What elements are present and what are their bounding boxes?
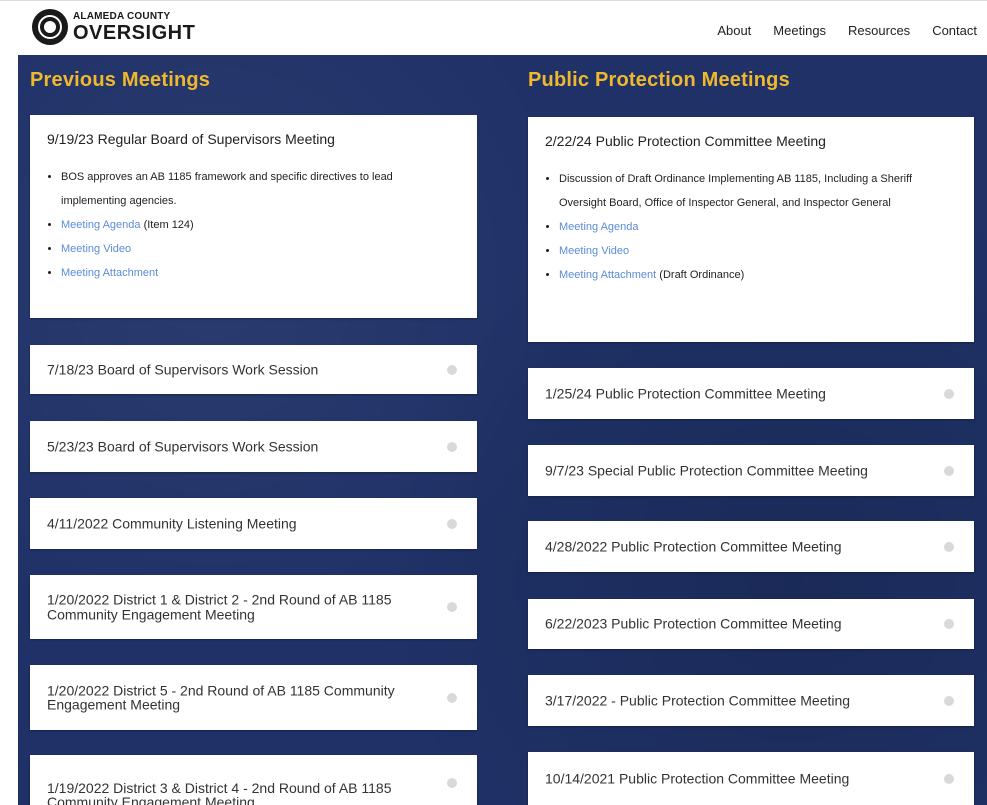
nav-resources[interactable]: Resources — [848, 23, 910, 38]
accordion-title: 1/20/2022 District 1 & District 2 - 2nd … — [47, 591, 392, 622]
list-item: BOS approves an AB 1185 framework and sp… — [61, 165, 457, 213]
toggle-icon — [447, 364, 457, 375]
nav-about[interactable]: About — [717, 23, 751, 38]
toggle-icon — [944, 619, 954, 629]
accordion-item[interactable]: 9/7/23 Special Public Protection Committ… — [528, 445, 974, 496]
accordion-item[interactable]: 1/20/2022 District 5 - 2nd Round of AB 1… — [30, 665, 477, 730]
accordion-item[interactable]: 3/17/2022 - Public Protection Committee … — [528, 675, 974, 726]
attachment-note: (Draft Ordinance) — [659, 269, 745, 281]
toggle-icon — [944, 465, 954, 476]
accordion-title: 3/17/2022 - Public Protection Committee … — [545, 692, 851, 709]
meeting-video-link[interactable]: Meeting Video — [559, 245, 629, 257]
accordion-title: 1/20/2022 District 5 - 2nd Round of AB 1… — [47, 681, 395, 713]
toggle-icon — [944, 388, 954, 399]
accordion-title: 4/11/2022 Community Listening Meeting — [47, 515, 297, 532]
meeting-attachment-link[interactable]: Meeting Attachment — [559, 269, 656, 281]
toggle-icon — [944, 695, 954, 706]
item-text: BOS approves an AB 1185 framework and sp… — [61, 171, 393, 207]
accordion-item[interactable]: 1/20/2022 District 1 & District 2 - 2nd … — [30, 575, 477, 639]
previous-meetings-heading: Previous Meetings — [30, 69, 211, 91]
accordion-item[interactable]: 7/18/23 Board of Supervisors Work Sessio… — [30, 345, 477, 394]
nav-contact[interactable]: Contact — [932, 23, 977, 38]
list-item: Meeting Agenda — [559, 215, 954, 239]
logo-top-text: ALAMEDA COUNTY — [73, 10, 171, 22]
accordion-item[interactable]: 1/19/2022 District 3 & District 4 - 2nd … — [30, 755, 477, 805]
public-protection-meetings-heading: Public Protection Meetings — [528, 69, 790, 91]
list-item: Meeting Attachment (Draft Ordinance) — [559, 263, 954, 287]
meeting-agenda-link[interactable]: Meeting Agenda — [559, 221, 639, 233]
accordion-title: 4/28/2022 Public Protection Committee Me… — [545, 538, 842, 555]
county-seal-icon — [32, 9, 68, 45]
accordion-title: 9/7/23 Special Public Protection Committ… — [545, 462, 868, 479]
accordion-title[interactable]: 9/19/23 Regular Board of Supervisors Mee… — [47, 131, 335, 147]
meeting-video-link[interactable]: Meeting Video — [61, 243, 131, 255]
meeting-details-list: BOS approves an AB 1185 framework and sp… — [47, 165, 457, 285]
accordion-item[interactable]: 4/11/2022 Community Listening Meeting — [30, 498, 477, 549]
accordion-title: 1/19/2022 District 3 & District 4 - 2nd … — [47, 779, 392, 805]
accordion-title[interactable]: 2/22/24 Public Protection Committee Meet… — [545, 133, 826, 149]
nav-meetings[interactable]: Meetings — [773, 23, 826, 38]
item-text: Discussion of Draft Ordinance Implementi… — [559, 173, 913, 209]
toggle-icon — [944, 773, 954, 784]
list-item: Meeting Attachment — [61, 261, 457, 285]
list-item: Meeting Video — [559, 239, 954, 263]
toggle-icon — [944, 541, 954, 552]
logo-text: ALAMEDA COUNTY OVERSIGHT — [73, 10, 196, 44]
main-nav: About Meetings Resources Contact — [717, 23, 977, 38]
toggle-icon — [447, 518, 457, 529]
accordion-item[interactable]: 10/14/2021 Public Protection Committee M… — [528, 752, 974, 805]
agenda-item-note: (Item 124) — [143, 219, 194, 231]
list-item: Meeting Video — [61, 237, 457, 261]
meeting-agenda-link[interactable]: Meeting Agenda — [61, 219, 141, 231]
accordion-title: 5/23/23 Board of Supervisors Work Sessio… — [47, 438, 319, 455]
accordion-title: 10/14/2021 Public Protection Committee M… — [545, 770, 850, 787]
accordion-title: 7/18/23 Board of Supervisors Work Sessio… — [47, 361, 319, 378]
accordion-item[interactable]: 1/25/24 Public Protection Committee Meet… — [528, 368, 974, 419]
accordion-item[interactable]: 5/23/23 Board of Supervisors Work Sessio… — [30, 421, 477, 472]
open-accordion-card: 2/22/24 Public Protection Committee Meet… — [528, 117, 974, 342]
toggle-icon — [447, 602, 457, 612]
list-item: Meeting Agenda (Item 124) — [61, 213, 457, 237]
accordion-item[interactable]: 6/22/2023 Public Protection Committee Me… — [528, 599, 974, 649]
open-accordion-card: 9/19/23 Regular Board of Supervisors Mee… — [30, 115, 477, 318]
meeting-details-list: Discussion of Draft Ordinance Implementi… — [545, 167, 954, 287]
toggle-icon — [447, 692, 457, 703]
meeting-attachment-link[interactable]: Meeting Attachment — [61, 267, 158, 279]
site-header: ALAMEDA COUNTY OVERSIGHT About Meetings … — [0, 0, 987, 56]
accordion-item[interactable]: 4/28/2022 Public Protection Committee Me… — [528, 521, 974, 572]
toggle-icon — [447, 441, 457, 452]
accordion-title: 6/22/2023 Public Protection Committee Me… — [545, 615, 842, 632]
logo-bottom-text: OVERSIGHT — [73, 21, 196, 44]
meetings-section: Previous Meetings 9/19/23 Regular Board … — [18, 55, 987, 805]
site-logo[interactable]: ALAMEDA COUNTY OVERSIGHT — [32, 9, 195, 45]
list-item: Discussion of Draft Ordinance Implementi… — [559, 167, 954, 215]
toggle-icon — [447, 777, 457, 788]
accordion-title: 1/25/24 Public Protection Committee Meet… — [545, 385, 826, 402]
